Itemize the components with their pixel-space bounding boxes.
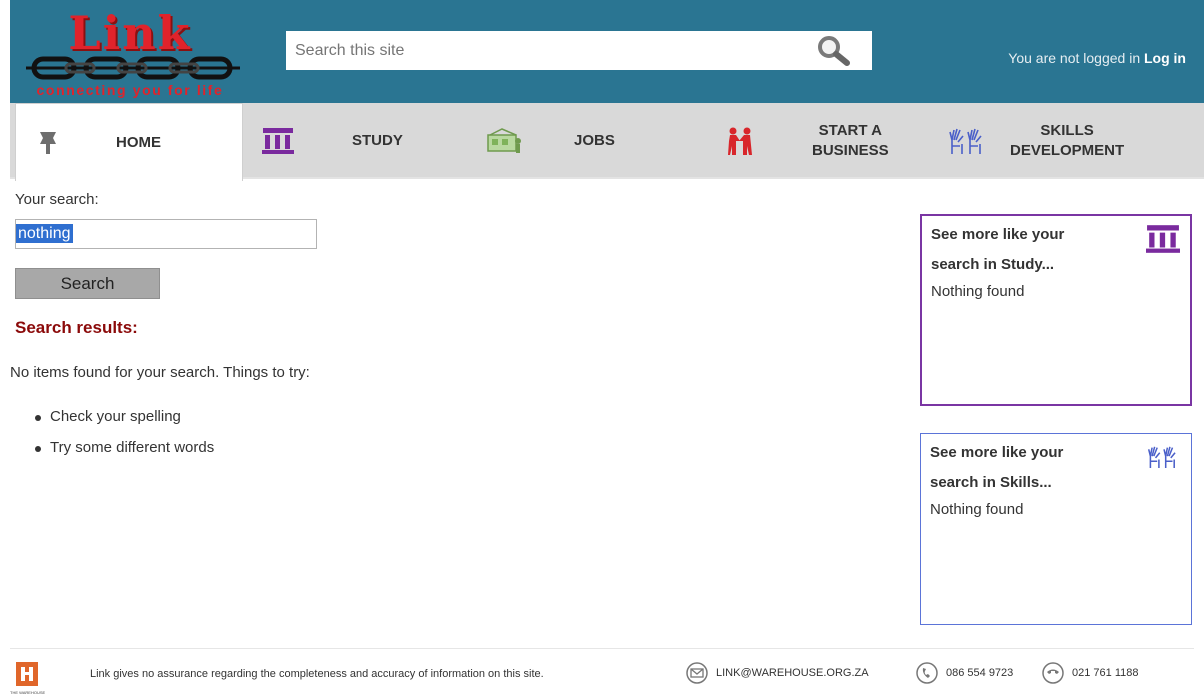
institution-icon [1146, 225, 1180, 253]
skills-suggestions-box: See more like your search in Skills... N… [920, 433, 1192, 625]
search-tip: Try some different words [34, 439, 214, 470]
chain-icon [26, 56, 240, 80]
footer-email[interactable]: LINK@WAREHOUSE.ORG.ZA [686, 662, 869, 684]
hands-icon [1147, 446, 1176, 469]
logo-wordmark: Link [68, 6, 192, 60]
nav-item-jobs[interactable]: JOBS [484, 103, 684, 179]
site-search-input[interactable] [286, 31, 806, 70]
nav-label-line: BUSINESS [812, 142, 889, 159]
logo-tagline: connecting you for life [36, 82, 224, 98]
login-status-text: You are not logged in [1008, 50, 1141, 66]
login-status: You are not logged in Log in [1008, 50, 1186, 66]
email-icon [686, 662, 708, 684]
site-search [286, 31, 872, 70]
query-value-selected: nothing [16, 224, 73, 243]
warehouse-logo-text: THE WAREHOUSE [10, 690, 46, 695]
fax-icon [1042, 662, 1064, 684]
nav-label-start-business: START A BUSINESS [812, 121, 889, 161]
nav-label-skills-development: SKILLS DEVELOPMENT [1010, 121, 1124, 161]
footer-fax: 021 761 1188 [1042, 662, 1138, 684]
link-logo[interactable]: Link connecting you for life [14, 6, 246, 102]
search-icon[interactable] [816, 34, 850, 68]
footer-phone-text: 086 554 9723 [946, 667, 1014, 679]
study-suggestions-text: Nothing found [931, 283, 1025, 300]
search-button[interactable]: Search [15, 268, 160, 299]
footer-email-text[interactable]: LINK@WAREHOUSE.ORG.ZA [716, 667, 869, 679]
workers-icon [484, 121, 524, 161]
hands-icon [948, 121, 988, 161]
nav-label-line: SKILLS [1040, 122, 1094, 139]
nav-item-start-business[interactable]: START A BUSINESS [720, 103, 920, 179]
nav-label-line: DEVELOPMENT [1010, 142, 1125, 159]
nav-item-home[interactable]: HOME [15, 103, 243, 181]
institution-icon [258, 121, 298, 161]
no-results-message: No items found for your search. Things t… [10, 364, 310, 381]
footer-fax-text: 021 761 1188 [1072, 667, 1139, 679]
site-footer: THE WAREHOUSE Link gives no assurance re… [10, 660, 1200, 698]
map-pin-icon [28, 123, 68, 163]
nav-label-jobs: JOBS [574, 132, 615, 149]
nav-item-skills-development[interactable]: SKILLS DEVELOPMENT [948, 103, 1188, 179]
query-value: nothing [16, 222, 73, 246]
study-suggestions-box: See more like your search in Study... No… [920, 214, 1192, 406]
skills-suggestions-text: Nothing found [930, 501, 1024, 518]
nav-label-study: STUDY [352, 132, 403, 149]
skills-suggestions-title: See more like your search in Skills... [930, 444, 1064, 491]
nav-item-study[interactable]: STUDY [258, 103, 468, 179]
site-header: Link connecting you for life You are not… [10, 0, 1204, 103]
handshake-icon [720, 121, 760, 161]
nav-label-home: HOME [116, 133, 161, 151]
main-nav: HOME STUDY JOBS START A BUSINESS SKILLS … [10, 103, 1204, 181]
login-link[interactable]: Log in [1144, 50, 1186, 66]
search-tips-list: Check your spelling Try some different w… [34, 408, 214, 470]
nav-label-line: START A [818, 122, 882, 139]
results-heading: Search results: [15, 318, 138, 337]
study-suggestions-title: See more like your search in Study... [931, 226, 1065, 273]
phone-icon [916, 662, 938, 684]
search-tip: Check your spelling [34, 408, 214, 439]
footer-disclaimer: Link gives no assurance regarding the co… [90, 668, 544, 680]
your-search-label: Your search: [15, 191, 99, 208]
footer-divider [10, 648, 1194, 649]
footer-phone: 086 554 9723 [916, 662, 1013, 684]
